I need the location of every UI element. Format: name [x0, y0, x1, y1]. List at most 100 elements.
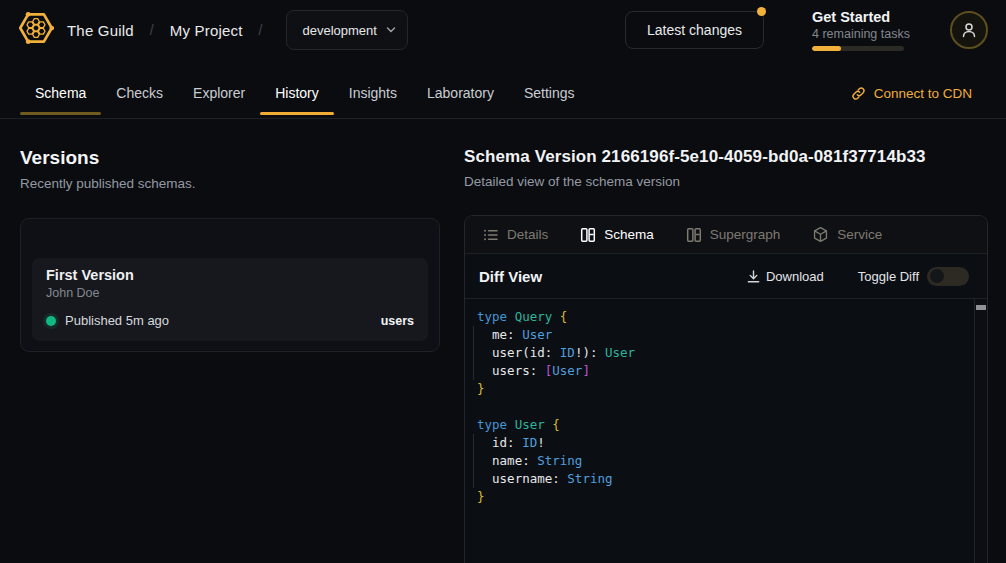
tab-details[interactable]: Details	[483, 227, 548, 243]
app-header: The Guild / My Project / development Lat…	[0, 0, 1006, 60]
diff-view-title: Diff View	[479, 268, 542, 285]
connect-to-cdn-link[interactable]: Connect to CDN	[851, 68, 972, 118]
versions-list-card: First Version John Doe Published 5m ago …	[20, 218, 440, 352]
breadcrumb-project[interactable]: My Project	[170, 22, 243, 39]
code-token: :	[590, 345, 605, 360]
version-detail-title: Schema Version 2166196f-5e10-4059-bd0a-0…	[464, 147, 988, 167]
tab-schema-view[interactable]: Schema	[580, 227, 654, 243]
code-block[interactable]: type Query { me: User user(id: ID!): Use…	[465, 299, 987, 515]
code-token: :	[530, 363, 545, 378]
target-dropdown-value: development	[302, 23, 376, 38]
versions-title: Versions	[20, 147, 440, 169]
version-status: Published 5m ago	[65, 313, 169, 328]
code-token: !	[537, 435, 545, 450]
person-icon	[960, 21, 978, 39]
code-token: username	[477, 471, 552, 486]
code-token: :	[552, 471, 567, 486]
nav-tabs: Schema Checks Explorer History Insights …	[20, 68, 590, 118]
detail-tabs: Details Schema Supergr	[465, 216, 987, 254]
switch-knob	[930, 269, 944, 283]
code-token: me	[477, 327, 507, 342]
toggle-diff-switch[interactable]	[927, 267, 969, 286]
list-icon	[483, 227, 499, 243]
version-detail-subtitle: Detailed view of the schema version	[464, 174, 988, 189]
target-dropdown[interactable]: development	[286, 10, 407, 50]
tab-supergraph[interactable]: Supergraph	[686, 227, 781, 243]
code-token: :	[545, 345, 560, 360]
published-status-dot	[46, 316, 56, 326]
download-icon	[746, 269, 761, 284]
code-token: :	[507, 435, 522, 450]
schema-code-viewer: type Query { me: User user(id: ID!): Use…	[465, 299, 987, 563]
code-token: {	[560, 309, 568, 324]
code-token: :	[507, 327, 522, 342]
code-token: ID	[560, 345, 575, 360]
code-token: String	[567, 471, 612, 486]
code-token: name	[477, 453, 522, 468]
code-token: User	[515, 417, 553, 432]
breadcrumb-separator: /	[150, 22, 154, 38]
tab-insights[interactable]: Insights	[334, 68, 412, 118]
notification-dot	[757, 7, 766, 16]
code-token: }	[477, 489, 485, 504]
connect-to-cdn-label: Connect to CDN	[874, 86, 972, 101]
chevron-down-icon	[385, 24, 397, 36]
link-icon	[851, 86, 866, 101]
indent-guide	[473, 326, 474, 380]
tab-explorer[interactable]: Explorer	[178, 68, 260, 118]
code-token: :	[522, 453, 537, 468]
code-token: users	[477, 363, 530, 378]
hive-logo-icon[interactable]	[18, 10, 54, 50]
tab-service[interactable]: Service	[812, 226, 882, 243]
version-list-item[interactable]: First Version John Doe Published 5m ago …	[32, 258, 428, 341]
user-avatar[interactable]	[950, 11, 988, 49]
tab-history[interactable]: History	[260, 68, 334, 118]
versions-panel: Versions Recently published schemas. Fir…	[0, 119, 464, 563]
toggle-diff-label: Toggle Diff	[858, 269, 919, 284]
version-detail-card: Details Schema Supergr	[464, 215, 988, 563]
version-author: John Doe	[46, 286, 414, 300]
get-started-subtitle: 4 remaining tasks	[812, 27, 904, 41]
main-content: Versions Recently published schemas. Fir…	[0, 119, 1006, 563]
code-token: type	[477, 309, 515, 324]
version-service-badge: users	[381, 314, 414, 328]
columns-icon	[580, 227, 596, 243]
code-token: String	[537, 453, 582, 468]
code-token: User	[552, 363, 582, 378]
tab-laboratory[interactable]: Laboratory	[412, 68, 509, 118]
breadcrumb: The Guild / My Project /	[67, 22, 262, 39]
get-started-progressbar	[812, 46, 904, 51]
get-started-title: Get Started	[812, 9, 904, 25]
code-token: ]	[582, 363, 590, 378]
code-token: )	[582, 345, 590, 360]
version-detail-panel: Schema Version 2166196f-5e10-4059-bd0a-0…	[464, 119, 1006, 563]
download-button[interactable]: Download	[746, 269, 824, 284]
code-token: ID	[522, 435, 537, 450]
code-token: Query	[515, 309, 560, 324]
code-token: id	[530, 345, 545, 360]
target-nav: Schema Checks Explorer History Insights …	[0, 60, 1006, 119]
code-token: User	[522, 327, 552, 342]
versions-subtitle: Recently published schemas.	[20, 176, 440, 191]
breadcrumb-org[interactable]: The Guild	[67, 22, 134, 39]
code-token: (	[522, 345, 530, 360]
latest-changes-button[interactable]: Latest changes	[625, 11, 764, 49]
code-token: {	[552, 417, 560, 432]
tab-settings[interactable]: Settings	[509, 68, 590, 118]
get-started-progress-fill	[812, 46, 841, 51]
code-scrollbar-thumb[interactable]	[976, 305, 986, 310]
version-name: First Version	[46, 267, 414, 283]
code-token: type	[477, 417, 515, 432]
code-token: User	[605, 345, 635, 360]
tab-schema[interactable]: Schema	[20, 68, 101, 118]
download-label: Download	[766, 269, 824, 284]
get-started-widget[interactable]: Get Started 4 remaining tasks	[812, 9, 904, 51]
tab-checks[interactable]: Checks	[101, 68, 178, 118]
breadcrumb-separator: /	[259, 22, 263, 38]
columns-icon	[686, 227, 702, 243]
code-scrollbar[interactable]	[974, 299, 987, 563]
indent-guide	[473, 434, 474, 488]
code-token: }	[477, 381, 485, 396]
box-icon	[812, 226, 829, 243]
code-token: user	[477, 345, 522, 360]
